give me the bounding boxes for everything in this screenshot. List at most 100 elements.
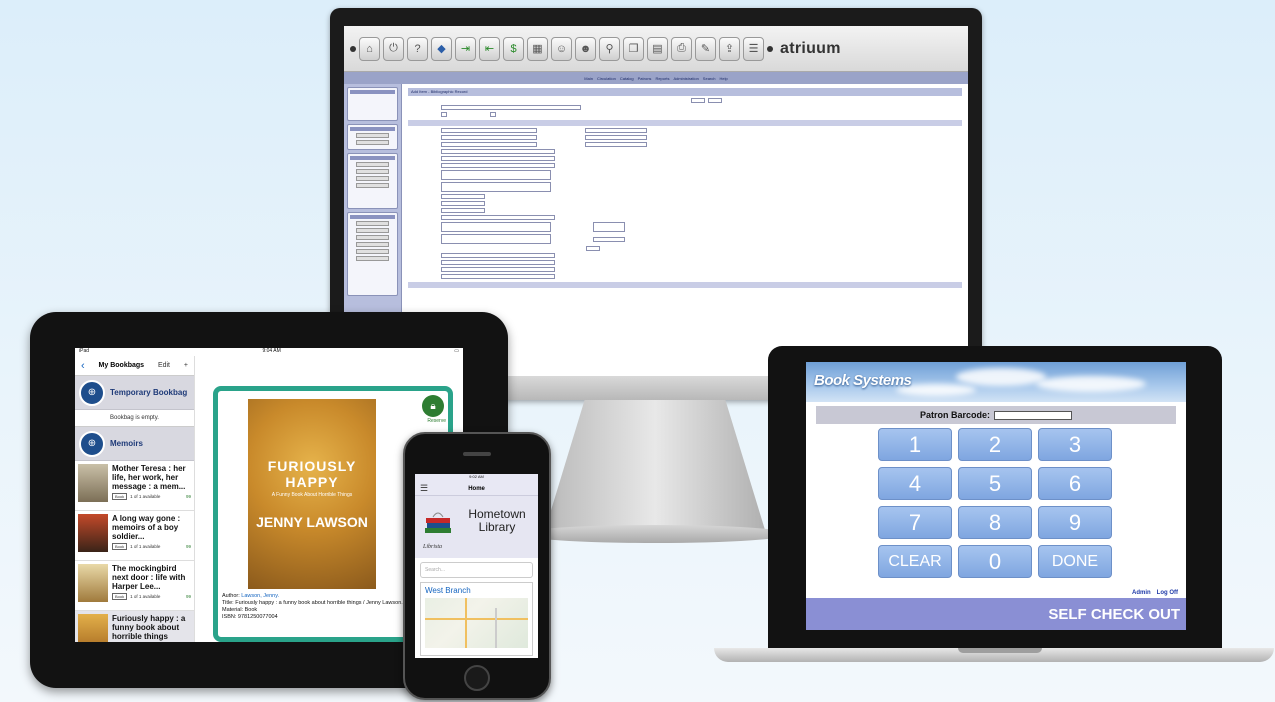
form-select[interactable]	[585, 142, 647, 147]
laptop-screen: Book Systems Patron Barcode: 1 2 3 4 5 6…	[806, 362, 1186, 630]
form-checkbox[interactable]	[490, 112, 496, 117]
branch-card[interactable]: West Branch	[420, 582, 533, 656]
home-icon[interactable]: ⌂	[359, 36, 380, 61]
list-item[interactable]: A long way gone : memoirs of a boy soldi…	[75, 511, 194, 561]
clear-button[interactable]: CLEAR	[878, 545, 952, 578]
key-7[interactable]: 7	[878, 506, 952, 539]
power-icon[interactable]: ⏻	[383, 36, 404, 61]
nav-reports[interactable]: Reports	[655, 76, 669, 81]
reserve-icon[interactable]: 🔒︎	[422, 395, 444, 417]
form-row	[408, 201, 962, 206]
form-field[interactable]	[441, 208, 485, 213]
nav-help[interactable]: Help	[719, 76, 727, 81]
form-checkbox[interactable]	[441, 112, 447, 117]
key-8[interactable]: 8	[958, 506, 1032, 539]
bookbag-temporary[interactable]: ⊕ Temporary Bookbag	[75, 376, 194, 410]
copy-icon[interactable]: ❐	[623, 36, 644, 61]
document-icon[interactable]: ▤	[647, 36, 668, 61]
form-field[interactable]	[441, 201, 485, 206]
form-row	[408, 142, 962, 147]
author-link[interactable]: Lawson, Jenny.	[241, 593, 279, 599]
bookbag-memoirs[interactable]: ⊕ Memoirs	[75, 427, 194, 461]
form-field[interactable]	[593, 236, 625, 242]
key-2[interactable]: 2	[958, 428, 1032, 461]
phone-header: ☰ Home	[415, 482, 538, 496]
cancel-button[interactable]	[708, 98, 722, 103]
search-input[interactable]: Search...	[420, 562, 533, 578]
export-icon[interactable]: ⇪	[719, 36, 740, 61]
nav-search[interactable]: Search	[703, 76, 716, 81]
branch-name[interactable]: West Branch	[421, 583, 532, 598]
reserve-label[interactable]: Reserve	[427, 418, 446, 424]
key-9[interactable]: 9	[1038, 506, 1112, 539]
form-field[interactable]	[441, 234, 551, 244]
back-icon[interactable]: ‹	[81, 360, 85, 372]
checkin-icon[interactable]: ⇤	[479, 36, 500, 61]
nav-patrons[interactable]: Patrons	[638, 76, 652, 81]
form-field[interactable]	[441, 149, 555, 154]
bookbag-empty-msg: Bookbag is empty.	[75, 410, 194, 427]
form-field[interactable]	[441, 194, 485, 199]
help-icon[interactable]: ?	[407, 36, 428, 61]
menu-icon[interactable]: ☰	[420, 483, 428, 494]
add-icon[interactable]: +	[184, 362, 188, 369]
patron-barcode-input[interactable]	[994, 410, 1072, 420]
checkout-icon[interactable]: ⇥	[455, 36, 476, 61]
list-icon[interactable]: ☰	[743, 36, 764, 61]
form-field[interactable]	[441, 215, 555, 220]
calculator-icon[interactable]: ▦	[527, 36, 548, 61]
list-item[interactable]: Furiously happy : a funny book about hor…	[75, 611, 194, 642]
form-select[interactable]	[585, 135, 647, 140]
form-select[interactable]	[441, 142, 537, 147]
form-field[interactable]	[441, 267, 555, 272]
key-1[interactable]: 1	[878, 428, 952, 461]
book-cover	[78, 614, 108, 642]
nav-main[interactable]: Main	[584, 76, 593, 81]
form-row	[408, 112, 962, 117]
form-field[interactable]	[441, 163, 555, 168]
key-0[interactable]: 0	[958, 545, 1032, 578]
form-field[interactable]	[441, 274, 555, 279]
list-item[interactable]: Mother Teresa : her life, her work, her …	[75, 461, 194, 511]
form-field[interactable]	[441, 222, 551, 232]
key-5[interactable]: 5	[958, 467, 1032, 500]
bookbag-title: Temporary Bookbag	[110, 388, 188, 397]
edit-button[interactable]: Edit	[158, 362, 170, 369]
nav-administration[interactable]: Administration	[673, 76, 698, 81]
sidebar-panel	[347, 124, 398, 150]
add-patron-icon[interactable]: ☻	[575, 36, 596, 61]
branch-map[interactable]	[425, 598, 528, 648]
edit-icon[interactable]: ✎	[695, 36, 716, 61]
save-button[interactable]	[691, 98, 705, 103]
nav-circulation[interactable]: Circulation	[597, 76, 616, 81]
form-field[interactable]	[441, 260, 555, 265]
form-field[interactable]	[441, 170, 551, 180]
form-field[interactable]	[441, 182, 551, 192]
title-field[interactable]	[441, 105, 581, 110]
opac-icon[interactable]: ◆	[431, 36, 452, 61]
form-select[interactable]	[441, 128, 537, 133]
logoff-link[interactable]: Log Off	[1157, 590, 1178, 596]
list-item[interactable]: The mockingbird next door : life with Ha…	[75, 561, 194, 611]
print-icon[interactable]: ⎙	[671, 36, 692, 61]
dollar-icon[interactable]: $	[503, 36, 524, 61]
form-field[interactable]	[441, 253, 555, 258]
form-row	[408, 105, 962, 110]
key-3[interactable]: 3	[1038, 428, 1112, 461]
key-4[interactable]: 4	[878, 467, 952, 500]
availability-count: 99	[185, 594, 191, 599]
form-select[interactable]	[585, 128, 647, 133]
phone-home-button[interactable]	[464, 665, 490, 691]
patron-icon[interactable]: ☺	[551, 36, 572, 61]
search-icon[interactable]: ⚲	[599, 36, 620, 61]
form-field[interactable]	[593, 222, 625, 232]
form-select[interactable]	[441, 135, 537, 140]
form-field[interactable]	[441, 156, 555, 161]
format-badge: Book	[112, 493, 128, 500]
admin-link[interactable]: Admin	[1132, 590, 1151, 596]
key-6[interactable]: 6	[1038, 467, 1112, 500]
form-select[interactable]	[586, 246, 600, 251]
form-row	[408, 215, 962, 220]
nav-catalog[interactable]: Catalog	[620, 76, 634, 81]
done-button[interactable]: DONE	[1038, 545, 1112, 578]
